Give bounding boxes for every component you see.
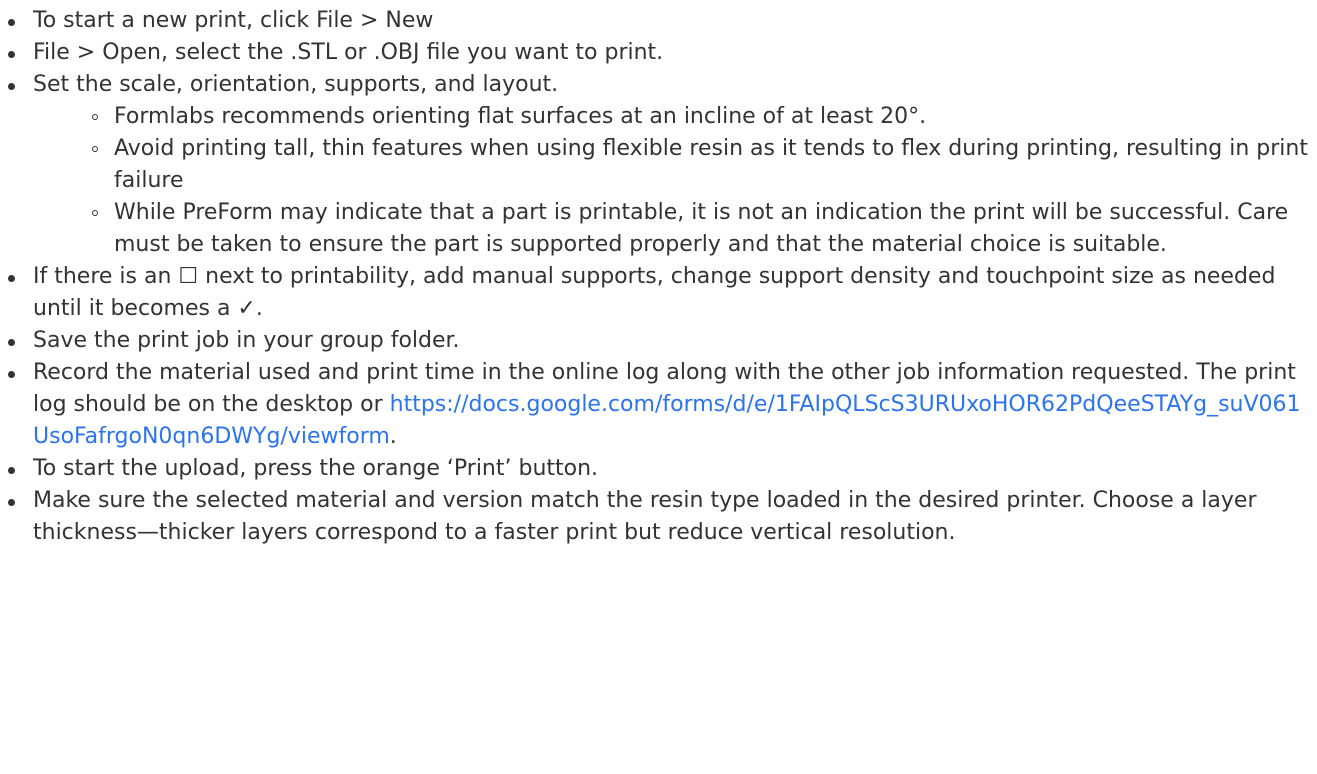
step-text: If there is an ☐ next to printability, a… bbox=[33, 264, 1276, 321]
list-item-start-upload: To start the upload, press the orange ‘P… bbox=[8, 453, 1310, 485]
sub-item-preform-note: While PreForm may indicate that a part i… bbox=[92, 197, 1310, 261]
sub-step-text: While PreForm may indicate that a part i… bbox=[114, 200, 1289, 257]
step-text-suffix: . bbox=[389, 424, 397, 449]
steps-list: To start a new print, click File > New F… bbox=[0, 5, 1310, 549]
list-item-new-print: To start a new print, click File > New bbox=[8, 5, 1310, 37]
list-item-save-job: Save the print job in your group folder. bbox=[8, 325, 1310, 357]
step-text: Save the print job in your group folder. bbox=[33, 328, 460, 353]
step-text: Set the scale, orientation, supports, an… bbox=[33, 72, 559, 97]
sub-step-text: Avoid printing tall, thin features when … bbox=[114, 136, 1308, 193]
step-text: Make sure the selected material and vers… bbox=[33, 488, 1257, 545]
instructions-document: To start a new print, click File > New F… bbox=[0, 5, 1310, 549]
list-item-record: Record the material used and print time … bbox=[8, 357, 1310, 453]
step-text: File > Open, select the .STL or .OBJ fil… bbox=[33, 40, 664, 65]
sub-item-avoid-tall: Avoid printing tall, thin features when … bbox=[92, 133, 1310, 197]
list-item-printability: If there is an ☐ next to printability, a… bbox=[8, 261, 1310, 325]
list-item-set-scale: Set the scale, orientation, supports, an… bbox=[8, 69, 1310, 261]
sub-step-text: Formlabs recommends orienting flat surfa… bbox=[114, 104, 927, 129]
list-item-material-match: Make sure the selected material and vers… bbox=[8, 485, 1310, 549]
step-text: To start the upload, press the orange ‘P… bbox=[33, 456, 599, 481]
list-item-open-file: File > Open, select the .STL or .OBJ fil… bbox=[8, 37, 1310, 69]
sub-steps-list: Formlabs recommends orienting flat surfa… bbox=[33, 101, 1310, 261]
sub-item-orient: Formlabs recommends orienting flat surfa… bbox=[92, 101, 1310, 133]
step-text: To start a new print, click File > New bbox=[33, 8, 434, 33]
